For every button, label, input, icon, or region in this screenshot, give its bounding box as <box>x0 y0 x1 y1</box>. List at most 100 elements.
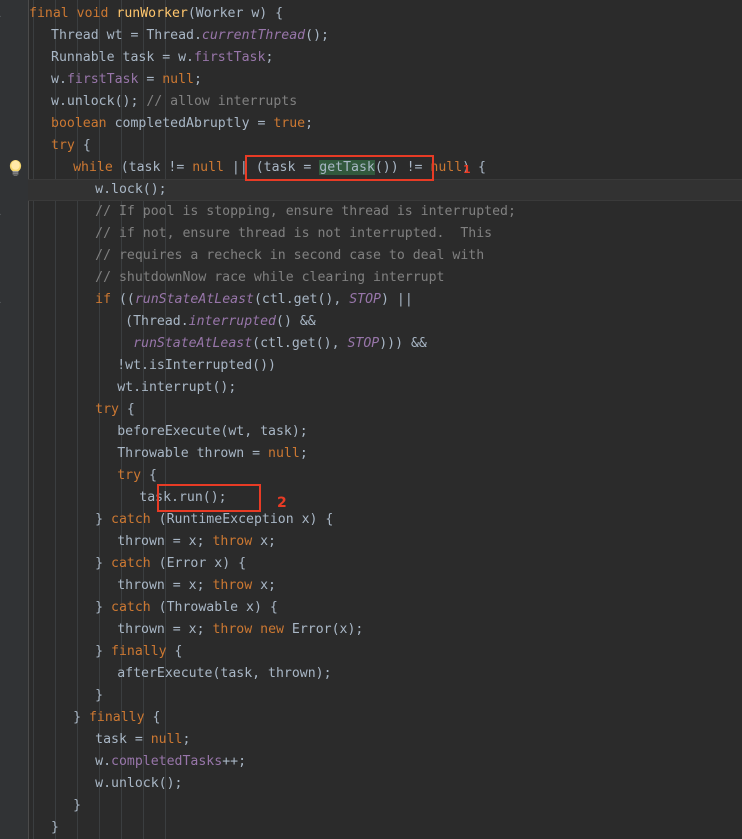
code-token: { <box>118 402 135 417</box>
code-line[interactable]: beforeExecute(wt, task); <box>117 421 308 443</box>
code-line[interactable]: } <box>51 817 59 839</box>
code-line[interactable]: // If pool is stopping, ensure thread is… <box>95 201 516 223</box>
code-line[interactable]: thrown = x; throw x; <box>117 531 276 553</box>
code-line[interactable]: } <box>73 795 81 817</box>
code-line[interactable]: try { <box>95 399 135 421</box>
code-token: null <box>268 446 300 461</box>
code-token: w.unlock(); <box>51 94 147 109</box>
code-token: (ctl.get(), <box>252 336 348 351</box>
code-line[interactable]: task = null; <box>95 729 190 751</box>
code-token: try <box>51 138 75 153</box>
code-token: runStateAtLeast <box>134 292 254 307</box>
code-token: (Error x) { <box>150 556 247 571</box>
code-token: } <box>73 798 82 813</box>
code-token: STOP <box>349 292 381 307</box>
code-line[interactable]: } catch (RuntimeException x) { <box>95 509 333 531</box>
code-line[interactable]: boolean completedAbruptly = true; <box>51 113 313 135</box>
highlighted-token: getTask <box>319 160 375 175</box>
code-line[interactable]: // requires a recheck in second case to … <box>95 245 484 267</box>
code-line[interactable]: while (task != null || (task = getTask()… <box>73 157 486 179</box>
gutter-clipped-glyph: 1 <box>0 289 27 311</box>
code-line[interactable]: w.unlock(); // allow interrupts <box>51 91 297 113</box>
code-line[interactable]: wt.interrupt(); <box>117 377 236 399</box>
code-token: ; <box>194 72 202 87</box>
code-token: // if not, ensure thread is not interrup… <box>95 226 493 241</box>
code-line[interactable]: // shutdownNow race while clearing inter… <box>95 267 444 289</box>
code-line[interactable]: runStateAtLeast(ctl.get(), STOP))) && <box>117 333 427 355</box>
annotation-number-2: 2 <box>277 495 287 511</box>
code-token: afterExecute(task, thrown); <box>117 666 332 681</box>
code-token: STOP <box>347 336 380 351</box>
code-token: = <box>138 72 163 87</box>
code-line[interactable]: Throwable thrown = null; <box>117 443 308 465</box>
code-token: thrown = x; <box>117 534 213 549</box>
code-token: while <box>73 160 113 175</box>
code-line[interactable]: w.unlock(); <box>95 773 182 795</box>
code-token: } <box>95 600 112 615</box>
code-token: } <box>95 688 104 703</box>
code-line[interactable]: !wt.isInterrupted()) <box>117 355 276 377</box>
code-token: (( <box>111 292 135 307</box>
code-token: finally <box>111 644 167 659</box>
code-line[interactable]: w.lock(); <box>95 179 166 201</box>
code-token: } <box>51 820 59 835</box>
code-token: { <box>144 710 161 725</box>
code-line[interactable]: } catch (Throwable x) { <box>95 597 278 619</box>
code-token: null <box>150 732 183 747</box>
code-line[interactable]: Thread wt = Thread.currentThread(); <box>51 25 329 47</box>
code-token: boolean <box>51 116 107 131</box>
code-token: || (task = <box>223 160 320 175</box>
code-line[interactable]: task.run(); <box>139 487 226 509</box>
code-token: firstTask <box>193 50 266 65</box>
indent-guide-0 <box>33 0 34 839</box>
code-token: throw <box>212 534 253 549</box>
code-token: catch <box>111 512 151 527</box>
code-line[interactable]: w.completedTasks++; <box>95 751 246 773</box>
code-token: completedTasks <box>111 754 223 769</box>
code-token: ; <box>305 116 314 131</box>
code-token: true <box>273 116 306 131</box>
code-line[interactable]: afterExecute(task, thrown); <box>117 663 331 685</box>
code-editor[interactable]: final void runWorker(Worker w) {Thread w… <box>0 0 742 839</box>
code-line[interactable]: thrown = x; throw x; <box>117 575 276 597</box>
code-token: // If pool is stopping, ensure thread is… <box>95 204 516 219</box>
code-line[interactable]: Runnable task = w.firstTask; <box>51 47 273 69</box>
code-surface[interactable]: final void runWorker(Worker w) {Thread w… <box>28 0 742 839</box>
code-line[interactable]: // if not, ensure thread is not interrup… <box>95 223 492 245</box>
code-token: !wt.isInterrupted()) <box>117 358 276 373</box>
code-token: task.run(); <box>139 490 227 505</box>
code-token: null <box>162 72 194 87</box>
code-line[interactable]: if ((runStateAtLeast(ctl.get(), STOP) || <box>95 289 413 311</box>
code-line[interactable]: } finally { <box>73 707 160 729</box>
code-line[interactable]: (Thread.interrupted() && <box>117 311 316 333</box>
code-token: ; <box>299 446 308 461</box>
code-token: Error(x); <box>283 622 364 637</box>
code-token: thrown = x; <box>117 578 213 593</box>
code-line[interactable]: } <box>95 685 103 707</box>
code-token: catch <box>111 556 151 571</box>
code-line[interactable]: try { <box>117 465 157 487</box>
code-token: void <box>76 6 109 21</box>
code-line[interactable]: } finally { <box>95 641 182 663</box>
code-token: runStateAtLeast <box>133 336 253 351</box>
code-token: throw <box>212 578 253 593</box>
code-line[interactable]: } catch (Error x) { <box>95 553 246 575</box>
code-token: runWorker <box>116 6 188 21</box>
code-token: task = <box>95 732 151 747</box>
code-line[interactable]: final void runWorker(Worker w) { <box>29 3 283 25</box>
code-token: ; <box>265 50 274 65</box>
editor-gutter[interactable] <box>0 0 29 839</box>
code-token: currentThread <box>201 28 306 43</box>
code-token: throw <box>212 622 253 637</box>
code-line[interactable]: thrown = x; throw new Error(x); <box>117 619 363 641</box>
code-token: w.unlock(); <box>95 776 183 791</box>
code-line[interactable]: try { <box>51 135 91 157</box>
code-token: (task != <box>112 160 193 175</box>
code-token: try <box>95 402 119 417</box>
lightbulb-icon[interactable] <box>8 159 23 177</box>
code-line[interactable]: w.firstTask = null; <box>51 69 202 91</box>
code-token: { <box>74 138 91 153</box>
code-token: (); <box>305 28 329 43</box>
